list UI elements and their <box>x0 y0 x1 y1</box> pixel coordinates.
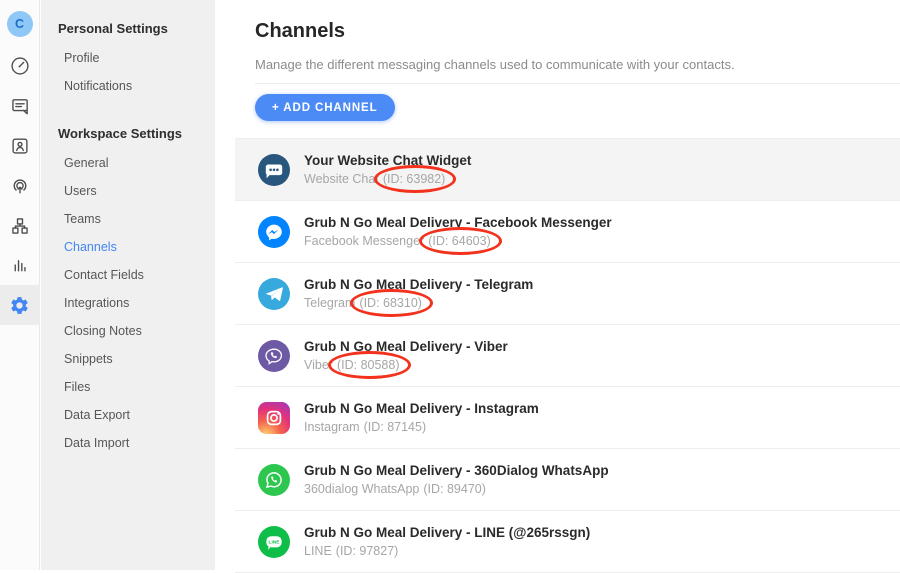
sidebar-item-files[interactable]: Files <box>41 373 215 401</box>
channel-subtitle: Facebook Messenger (ID: 64603) <box>304 234 612 248</box>
sidebar-item-channels[interactable]: Channels <box>41 233 215 261</box>
channel-type: Viber <box>304 358 333 372</box>
svg-text:LINE: LINE <box>269 539 281 545</box>
workflows-icon[interactable] <box>0 213 40 239</box>
channel-type: Instagram <box>304 420 360 434</box>
channel-subtitle: Website Chat (ID: 63982) <box>304 172 471 186</box>
sidebar-section-personal-settings: Personal SettingsProfileNotifications <box>41 13 215 100</box>
channel-row[interactable]: Grub N Go Meal Delivery - Viber Viber (ID… <box>235 325 900 387</box>
channel-id: (ID: 63982) <box>383 172 446 186</box>
channel-name: Grub N Go Meal Delivery - LINE (@265rssg… <box>304 525 590 540</box>
settings-sidebar: Personal SettingsProfileNotifications Wor… <box>41 0 215 570</box>
channel-type: Website Chat <box>304 172 379 186</box>
dashboard-icon[interactable] <box>0 53 40 79</box>
channel-name: Grub N Go Meal Delivery - Instagram <box>304 401 539 416</box>
channel-id: (ID: 80588) <box>337 358 400 372</box>
channel-icon <box>258 278 290 310</box>
channel-row[interactable]: Grub N Go Meal Delivery - Facebook Messe… <box>235 201 900 263</box>
add-channel-button[interactable]: + ADD CHANNEL <box>255 94 395 121</box>
channel-row[interactable]: Grub N Go Meal Delivery - Telegram Teleg… <box>235 263 900 325</box>
sidebar-item-closing-notes[interactable]: Closing Notes <box>41 317 215 345</box>
channel-id: (ID: 87145) <box>364 420 427 434</box>
reports-icon[interactable] <box>0 253 40 279</box>
channel-icon <box>258 402 290 434</box>
channel-id: (ID: 64603) <box>428 234 491 248</box>
channel-row[interactable]: LINE Grub N Go Meal Delivery - LINE (@26… <box>235 511 900 573</box>
channel-name: Grub N Go Meal Delivery - 360Dialog What… <box>304 463 609 478</box>
channel-icon <box>258 216 290 248</box>
icon-rail: C <box>0 0 40 570</box>
channel-type: Telegram <box>304 296 355 310</box>
sidebar-section-title: Workspace Settings <box>41 118 215 149</box>
channel-icon <box>258 464 290 496</box>
channel-name: Grub N Go Meal Delivery - Telegram <box>304 277 533 292</box>
header-divider <box>255 83 900 84</box>
sidebar-item-teams[interactable]: Teams <box>41 205 215 233</box>
channel-subtitle: Viber (ID: 80588) <box>304 358 508 372</box>
avatar[interactable]: C <box>7 11 33 37</box>
messaging-icon[interactable] <box>0 93 40 119</box>
annotation-ellipse <box>419 227 502 255</box>
sidebar-item-general[interactable]: General <box>41 149 215 177</box>
sidebar-item-data-import[interactable]: Data Import <box>41 429 215 457</box>
channel-name: Your Website Chat Widget <box>304 153 471 168</box>
sidebar-item-integrations[interactable]: Integrations <box>41 289 215 317</box>
sidebar-item-profile[interactable]: Profile <box>41 44 215 72</box>
channel-icon <box>258 154 290 186</box>
channel-row[interactable]: Grub N Go Meal Delivery - 360Dialog What… <box>235 449 900 511</box>
sidebar-item-contact-fields[interactable]: Contact Fields <box>41 261 215 289</box>
sidebar-section-title: Personal Settings <box>41 13 215 44</box>
sidebar-item-users[interactable]: Users <box>41 177 215 205</box>
channel-id: (ID: 68310) <box>359 296 422 310</box>
annotation-ellipse <box>350 289 433 317</box>
channel-icon <box>258 340 290 372</box>
settings-icon[interactable] <box>0 285 40 325</box>
contacts-icon[interactable] <box>0 133 40 159</box>
broadcast-icon[interactable] <box>0 173 40 199</box>
channel-row[interactable]: Your Website Chat Widget Website Chat (ID… <box>235 139 900 201</box>
channel-subtitle: LINE (ID: 97827) <box>304 544 590 558</box>
annotation-ellipse <box>374 165 457 193</box>
channel-subtitle: 360dialog WhatsApp (ID: 89470) <box>304 482 609 496</box>
sidebar-item-snippets[interactable]: Snippets <box>41 345 215 373</box>
page-description: Manage the different messaging channels … <box>255 57 900 72</box>
sidebar-item-data-export[interactable]: Data Export <box>41 401 215 429</box>
annotation-ellipse <box>328 351 411 379</box>
page-title: Channels <box>255 20 900 43</box>
sidebar-item-notifications[interactable]: Notifications <box>41 72 215 100</box>
channel-name: Grub N Go Meal Delivery - Viber <box>304 339 508 354</box>
channel-id: (ID: 97827) <box>336 544 399 558</box>
channel-name: Grub N Go Meal Delivery - Facebook Messe… <box>304 215 612 230</box>
sidebar-section-workspace-settings: Workspace SettingsGeneralUsersTeamsChann… <box>41 118 215 457</box>
channel-subtitle: Instagram (ID: 87145) <box>304 420 539 434</box>
channel-type: 360dialog WhatsApp <box>304 482 419 496</box>
channel-subtitle: Telegram (ID: 68310) <box>304 296 533 310</box>
channel-list: Your Website Chat Widget Website Chat (ID… <box>235 138 900 573</box>
channel-row[interactable]: Grub N Go Meal Delivery - Instagram Inst… <box>235 387 900 449</box>
channel-type: LINE <box>304 544 332 558</box>
channel-icon: LINE <box>258 526 290 558</box>
channel-type: Facebook Messenger <box>304 234 424 248</box>
channel-id: (ID: 89470) <box>423 482 486 496</box>
main-content: Channels Manage the different messaging … <box>215 0 900 570</box>
